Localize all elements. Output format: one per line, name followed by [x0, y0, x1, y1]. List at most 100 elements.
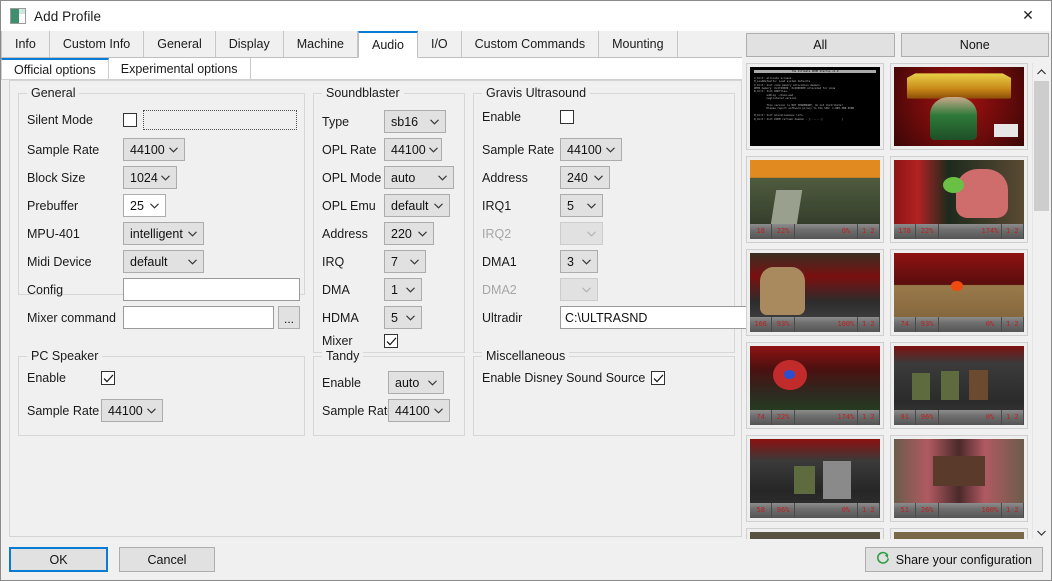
sb-dma-combo[interactable]: 1	[384, 278, 422, 301]
subtab-official-options[interactable]: Official options	[1, 58, 109, 79]
general-sample-rate-combo[interactable]: 44100	[123, 138, 185, 161]
doom-hud: 18 22% 0% 1 2	[750, 224, 880, 239]
gus-sample-rate-value: 44100	[567, 142, 602, 157]
sb-type-combo[interactable]: sb16	[384, 110, 446, 133]
prebuffer-combo[interactable]: 25	[123, 194, 166, 217]
audio-options-panel: General Silent Mode Sample Rate 44100 Bl…	[9, 80, 752, 537]
row-mixer-command: Mixer command ...	[27, 306, 300, 329]
pc-speaker-enable-checkbox[interactable]	[101, 371, 115, 385]
sb-mixer-label: Mixer	[322, 334, 353, 348]
close-icon[interactable]: ✕	[1005, 1, 1051, 31]
screenshot-thumbnail[interactable]: 74 93% 0% 1 2	[890, 249, 1028, 336]
gus-dma1-combo[interactable]: 3	[560, 250, 598, 273]
row-mpu401: MPU-401 intelligent	[27, 222, 204, 245]
gus-address-combo[interactable]: 240	[560, 166, 610, 189]
screenshot-image: 91 96% 0% 1 2	[894, 346, 1024, 425]
tab-mounting[interactable]: Mounting	[599, 31, 678, 57]
tab-display[interactable]: Display	[215, 31, 284, 57]
main-tabstrip: Info Custom Info General Display Machine…	[1, 31, 742, 58]
screenshot-image: 58 96% 0% 1 2	[750, 439, 880, 518]
share-configuration-button[interactable]: Share your configuration	[864, 547, 1043, 572]
sb-type-label: Type	[322, 114, 350, 129]
screenshot-image	[894, 67, 1024, 146]
doom-title-art	[894, 67, 1024, 146]
sb-dma-value: 1	[391, 282, 398, 297]
tab-custom-commands[interactable]: Custom Commands	[461, 31, 600, 57]
gus-irq1-combo[interactable]: 5	[560, 194, 603, 217]
subtabstrip-filler	[251, 58, 743, 79]
dialog-footer: OK Cancel Share your configuration	[1, 539, 1051, 580]
select-all-button[interactable]: All	[746, 33, 895, 57]
tab-machine[interactable]: Machine	[283, 31, 358, 57]
sb-opl-rate-combo[interactable]: 44100	[384, 138, 442, 161]
doom-hud: 74 22% 174% 1 2	[750, 410, 880, 425]
screenshot-thumbnail[interactable]: 178 22% 174% 1 2	[890, 156, 1028, 243]
pc-speaker-sample-rate-combo[interactable]: 44100	[101, 399, 163, 422]
group-miscellaneous-legend: Miscellaneous	[482, 349, 570, 363]
screenshot-select-buttons: All None	[746, 33, 1049, 57]
tab-info[interactable]: Info	[1, 31, 50, 57]
mpu401-combo[interactable]: intelligent	[123, 222, 204, 245]
silent-mode-checkbox[interactable]	[123, 113, 137, 127]
midi-device-combo[interactable]: default	[123, 250, 204, 273]
chevron-down-icon	[426, 139, 441, 160]
ok-button[interactable]: OK	[9, 547, 108, 572]
tab-audio[interactable]: Audio	[357, 31, 418, 58]
screenshot-thumbnail[interactable]: 74 22% 174% 1 2	[746, 342, 884, 429]
sb-opl-emu-combo[interactable]: default	[384, 194, 450, 217]
subtab-experimental-options[interactable]: Experimental options	[108, 58, 251, 79]
cancel-button[interactable]: Cancel	[119, 547, 215, 572]
chevron-down-icon	[407, 251, 422, 272]
block-size-combo[interactable]: 1024	[123, 166, 177, 189]
gus-sample-rate-combo[interactable]: 44100	[560, 138, 622, 161]
mixer-command-input[interactable]	[123, 306, 274, 329]
tab-custom-info[interactable]: Custom Info	[49, 31, 145, 57]
screenshot-thumbnail[interactable]: 51 26% 100% 1 2	[890, 435, 1028, 522]
disney-sound-source-checkbox[interactable]	[651, 371, 666, 385]
scrollbar-thumb[interactable]	[1034, 81, 1049, 211]
row-gus-sample-rate: Sample Rate 44100	[482, 138, 622, 161]
screenshot-thumbnail[interactable]: 91 96% 0% 1 2	[890, 342, 1028, 429]
config-input[interactable]	[123, 278, 300, 301]
scene-alcove	[933, 456, 985, 487]
hud-ammo: 51	[894, 503, 917, 518]
doom-hud: 74 93% 0% 1 2	[894, 317, 1024, 332]
share-configuration-label: Share your configuration	[895, 552, 1032, 567]
group-soundblaster: Soundblaster Type sb16 OPL Rate 44100 OP…	[313, 86, 465, 353]
gus-ultradir-input[interactable]: C:\ULTRASND	[560, 306, 752, 329]
screenshot-scrollbar[interactable]	[1032, 63, 1049, 541]
group-general: General Silent Mode Sample Rate 44100 Bl…	[18, 86, 305, 329]
screenshot-thumbnail[interactable]	[890, 63, 1028, 150]
sb-opl-emu-label: OPL Emu	[322, 198, 376, 213]
hud-ammo: 58	[750, 503, 773, 518]
sb-address-combo[interactable]: 220	[384, 222, 434, 245]
screenshot-thumbnail[interactable]: 18 22% 0% 1 2	[746, 156, 884, 243]
screenshot-thumbnail[interactable]: 58 96% 0% 1 2	[746, 435, 884, 522]
sb-hdma-combo[interactable]: 5	[384, 306, 422, 329]
select-none-button[interactable]: None	[900, 33, 1049, 57]
screenshot-grid: The Ultimate DOOM Startup v1.9 V_Init: a…	[746, 63, 1029, 541]
sb-opl-mode-combo[interactable]: auto	[384, 166, 454, 189]
sb-irq-combo[interactable]: 7	[384, 250, 426, 273]
mixer-command-browse-button[interactable]: ...	[278, 306, 300, 329]
tandy-enable-combo[interactable]: auto	[388, 371, 444, 394]
screenshot-thumbnail[interactable]: The Ultimate DOOM Startup v1.9 V_Init: a…	[746, 63, 884, 150]
window-title: Add Profile	[34, 8, 102, 24]
tab-io[interactable]: I/O	[417, 31, 462, 57]
silent-mode-label: Silent Mode	[27, 113, 94, 127]
tandy-sample-rate-combo[interactable]: 44100	[388, 399, 450, 422]
gus-enable-checkbox[interactable]	[560, 110, 574, 124]
tab-general[interactable]: General	[144, 31, 216, 57]
doom-hud: 51 26% 100% 1 2	[894, 503, 1024, 518]
screenshot-thumbnail[interactable]: 166 93% 100% 1 2	[746, 249, 884, 336]
chevron-down-icon	[579, 279, 594, 300]
chevron-up-icon[interactable]	[1033, 63, 1050, 80]
sb-mixer-checkbox[interactable]	[384, 334, 398, 348]
row-prebuffer: Prebuffer 25	[27, 194, 166, 217]
screenshot-list[interactable]: The Ultimate DOOM Startup v1.9 V_Init: a…	[746, 63, 1049, 541]
tandy-sample-rate-value: 44100	[395, 403, 430, 418]
gus-dma1-value: 3	[567, 254, 574, 269]
scene-enemy	[822, 461, 852, 500]
hud-keys: 1 2	[858, 410, 880, 425]
chevron-down-icon	[435, 167, 450, 188]
